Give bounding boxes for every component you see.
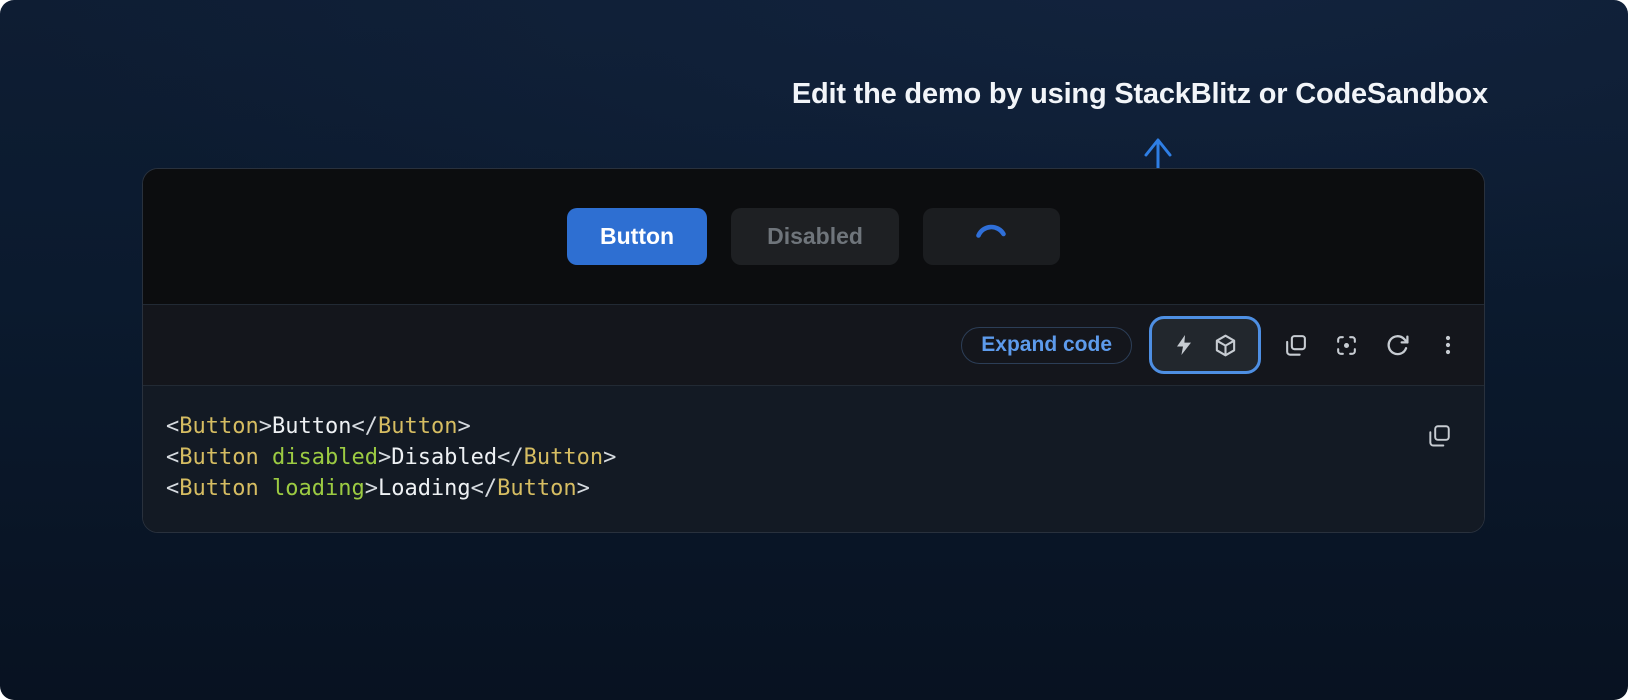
code-token: Button [179, 476, 258, 501]
code-token: disabled [272, 445, 378, 470]
code-token: Button [179, 445, 258, 470]
code-token [259, 445, 272, 470]
code-line: <Button disabled>Disabled</Button> [166, 442, 1414, 473]
code-token: < [166, 476, 179, 501]
copy-icon [1283, 333, 1308, 358]
demo-card: Button Disabled Expand code [142, 168, 1485, 533]
code-token: Disabled [391, 445, 497, 470]
code-token: > [259, 414, 272, 439]
refresh-icon [1385, 333, 1410, 358]
code-line: <Button loading>Loading</Button> [166, 473, 1414, 504]
demo-disabled-button: Disabled [731, 208, 899, 265]
code-token: > [577, 476, 590, 501]
code-line: <Button>Button</Button> [166, 411, 1414, 442]
demo-primary-button[interactable]: Button [567, 208, 707, 265]
code-token: > [457, 414, 470, 439]
isolate-demo-button[interactable] [1329, 328, 1363, 362]
copy-code-button[interactable] [1278, 328, 1312, 362]
copy-snippet-button[interactable] [1422, 419, 1456, 453]
code-token: </ [471, 476, 498, 501]
code-token: Button [179, 414, 258, 439]
code-token: Button [272, 414, 351, 439]
code-token: < [166, 445, 179, 470]
sandbox-highlight-group [1149, 316, 1261, 374]
codesandbox-icon[interactable] [1213, 333, 1238, 358]
demo-preview-area: Button Disabled [143, 169, 1484, 304]
demo-toolbar: Expand code [143, 304, 1484, 386]
code-token: loading [272, 476, 365, 501]
stackblitz-icon[interactable] [1172, 333, 1196, 357]
expand-code-button[interactable]: Expand code [961, 327, 1132, 364]
code-lines: <Button>Button</Button><Button disabled>… [166, 411, 1414, 504]
code-token: > [378, 445, 391, 470]
code-token: < [166, 414, 179, 439]
more-icon [1436, 333, 1460, 357]
more-options-button[interactable] [1431, 328, 1465, 362]
demo-loading-button [923, 208, 1060, 265]
page-background: Edit the demo by using StackBlitz or Cod… [0, 0, 1628, 700]
copy-icon [1426, 423, 1452, 449]
code-block: <Button>Button</Button><Button disabled>… [143, 386, 1484, 533]
code-token: </ [497, 445, 524, 470]
code-token: > [365, 476, 378, 501]
code-token: </ [351, 414, 378, 439]
code-token [259, 476, 272, 501]
spinner-icon [973, 219, 1009, 255]
reset-demo-button[interactable] [1380, 328, 1414, 362]
annotation-text: Edit the demo by using StackBlitz or Cod… [792, 78, 1488, 111]
code-token: Button [524, 445, 603, 470]
focus-icon [1334, 333, 1359, 358]
code-token: Button [378, 414, 457, 439]
code-token: Button [497, 476, 576, 501]
code-token: > [603, 445, 616, 470]
code-token: Loading [378, 476, 471, 501]
